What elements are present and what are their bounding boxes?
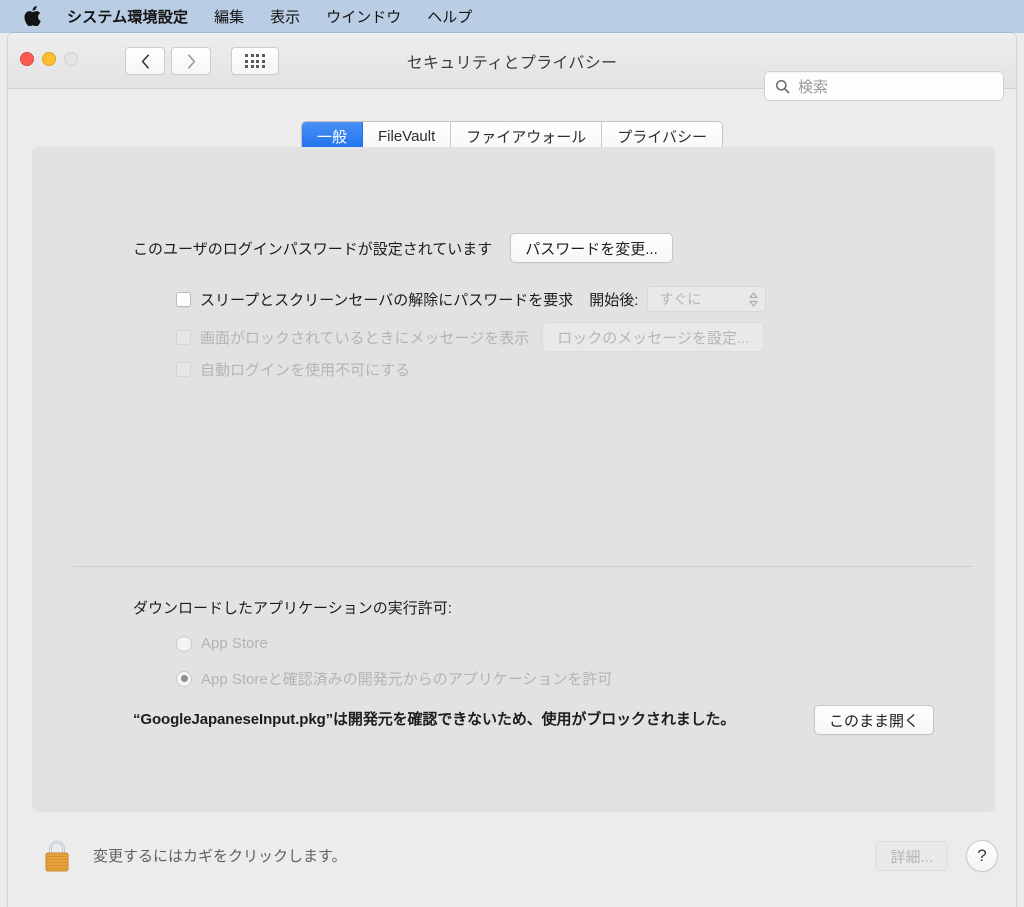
change-password-button[interactable]: パスワードを変更...	[510, 233, 673, 263]
password-status-label: このユーザのログインパスワードが設定されています	[133, 240, 493, 258]
password-status-row: このユーザのログインパスワードが設定されています パスワードを変更...	[133, 233, 673, 263]
section-divider	[73, 566, 973, 567]
advanced-button: 詳細...	[875, 841, 948, 871]
window-titlebar: セキュリティとプライバシー 検索	[8, 33, 1016, 101]
menu-bar: システム環境設定 編集 表示 ウインドウ ヘルプ	[0, 0, 1024, 33]
menubar-item-help[interactable]: ヘルプ	[427, 6, 472, 27]
allow-appstore-label: App Store	[201, 635, 268, 652]
menubar-item-edit[interactable]: 編集	[214, 6, 244, 27]
help-button[interactable]: ?	[966, 840, 998, 872]
delay-value: すぐに	[659, 291, 702, 307]
require-password-row: スリープとスクリーンセーバの解除にパスワードを要求 開始後: すぐに	[176, 286, 767, 312]
downloads-heading: ダウンロードしたアプリケーションの実行許可:	[133, 600, 452, 617]
search-field[interactable]: 検索	[764, 71, 1004, 101]
disable-auto-login-checkbox	[176, 362, 191, 377]
tab-general[interactable]: 一般	[302, 122, 364, 150]
lock-hint-text: 変更するにはカギをクリックします。	[93, 848, 347, 865]
lock-closed-icon[interactable]	[42, 838, 72, 879]
allow-appstore-identified-row: App Storeと確認済みの開発元からのアプリケーションを許可	[176, 668, 612, 689]
show-lock-message-row: 画面がロックされているときにメッセージを表示 ロックのメッセージを設定...	[176, 322, 765, 352]
system-preferences-window: セキュリティとプライバシー 検索 一般 FileVault ファイアウォール プ…	[8, 33, 1016, 907]
set-lock-message-button: ロックのメッセージを設定...	[542, 322, 765, 352]
allow-appstore-identified-label: App Storeと確認済みの開発元からのアプリケーションを許可	[201, 671, 613, 688]
show-lock-message-checkbox	[176, 329, 191, 345]
menubar-item-view[interactable]: 表示	[270, 6, 300, 27]
search-icon	[775, 79, 790, 93]
open-anyway-button[interactable]: このまま開く	[814, 705, 935, 735]
tab-firewall[interactable]: ファイアウォール	[451, 122, 603, 150]
blocked-app-message: “GoogleJapaneseInput.pkg”は開発元を確認できないため、使…	[133, 711, 736, 728]
apple-logo-icon[interactable]	[24, 5, 41, 26]
menubar-app-name[interactable]: システム環境設定	[67, 6, 188, 27]
menubar-item-window[interactable]: ウインドウ	[326, 6, 401, 27]
search-placeholder: 検索	[798, 78, 829, 96]
show-lock-message-label: 画面がロックされているときにメッセージを表示	[200, 329, 530, 347]
allow-appstore-radio	[176, 635, 192, 652]
delay-combobox[interactable]: すぐに	[647, 286, 767, 312]
require-password-checkbox[interactable]	[176, 291, 191, 307]
downloads-heading-row: ダウンロードしたアプリケーションの実行許可:	[133, 597, 452, 618]
disable-auto-login-row: 自動ログインを使用不可にする	[176, 359, 410, 380]
general-pane: このユーザのログインパスワードが設定されています パスワードを変更... スリー…	[32, 147, 995, 812]
tab-privacy[interactable]: プライバシー	[602, 122, 722, 150]
require-password-label: スリープとスクリーンセーバの解除にパスワードを要求	[200, 291, 574, 309]
allow-appstore-identified-radio	[176, 670, 192, 687]
window-footer: 変更するにはカギをクリックします。 詳細... ?	[8, 827, 1016, 907]
disable-auto-login-label: 自動ログインを使用不可にする	[200, 362, 411, 379]
tab-filevault[interactable]: FileVault	[363, 122, 452, 150]
stepper-updown-icon[interactable]	[748, 291, 759, 308]
allow-appstore-row: App Store	[176, 635, 268, 652]
delay-label: 開始後:	[589, 291, 639, 309]
